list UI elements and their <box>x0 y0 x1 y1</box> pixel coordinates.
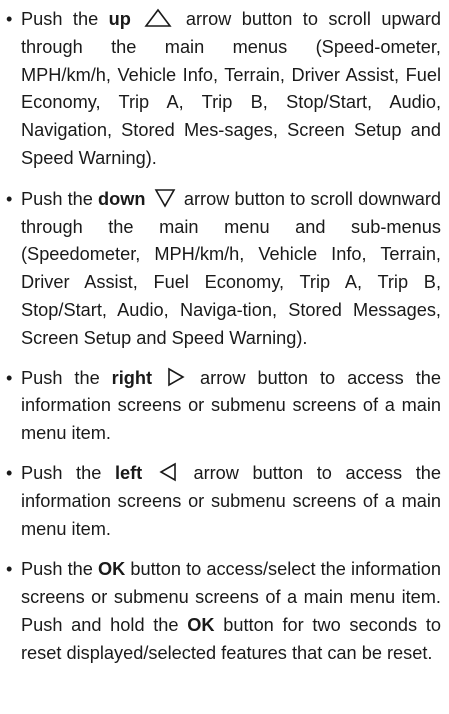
list-item-down: • Push the down arrow button to scroll d… <box>6 186 441 353</box>
bullet-dot: • <box>6 559 13 580</box>
bullet-dot: • <box>6 188 13 209</box>
bullet-dot: • <box>6 367 13 388</box>
list-item-ok: • Push the OK button to access/select th… <box>6 556 441 667</box>
key-label-right: right <box>111 367 153 388</box>
item-text-post: arrow button to scroll downward through … <box>21 188 441 348</box>
bullet-dot: • <box>6 9 13 29</box>
key-label-down: down <box>98 188 146 209</box>
page: • Push the up arrow button to scroll upw… <box>0 0 449 714</box>
bullet-dot: • <box>6 462 13 483</box>
item-text-post: arrow button to scroll upward through th… <box>21 9 441 168</box>
key-label-up: up <box>108 9 131 29</box>
down-triangle-icon <box>154 188 176 208</box>
list-item-left: • Push the left arrow button to access t… <box>6 460 441 543</box>
key-label-ok: OK <box>97 559 126 580</box>
item-text-pre: Push the <box>21 367 100 388</box>
item-text-pre: Push the <box>21 9 99 29</box>
item-text-pre: Push the <box>21 559 93 580</box>
key-label-ok-2: OK <box>187 614 215 635</box>
item-text-pre: Push the <box>21 462 102 483</box>
right-triangle-icon <box>167 367 185 387</box>
up-triangle-icon <box>144 8 172 28</box>
left-triangle-icon <box>159 462 177 482</box>
item-text-pre: Push the <box>21 188 93 209</box>
key-label-left: left <box>114 462 143 483</box>
list-item-up: • Push the up arrow button to scroll upw… <box>6 6 441 173</box>
list-item-right: • Push the right arrow button to access … <box>6 365 441 448</box>
instruction-list: • Push the up arrow button to scroll upw… <box>6 6 441 668</box>
